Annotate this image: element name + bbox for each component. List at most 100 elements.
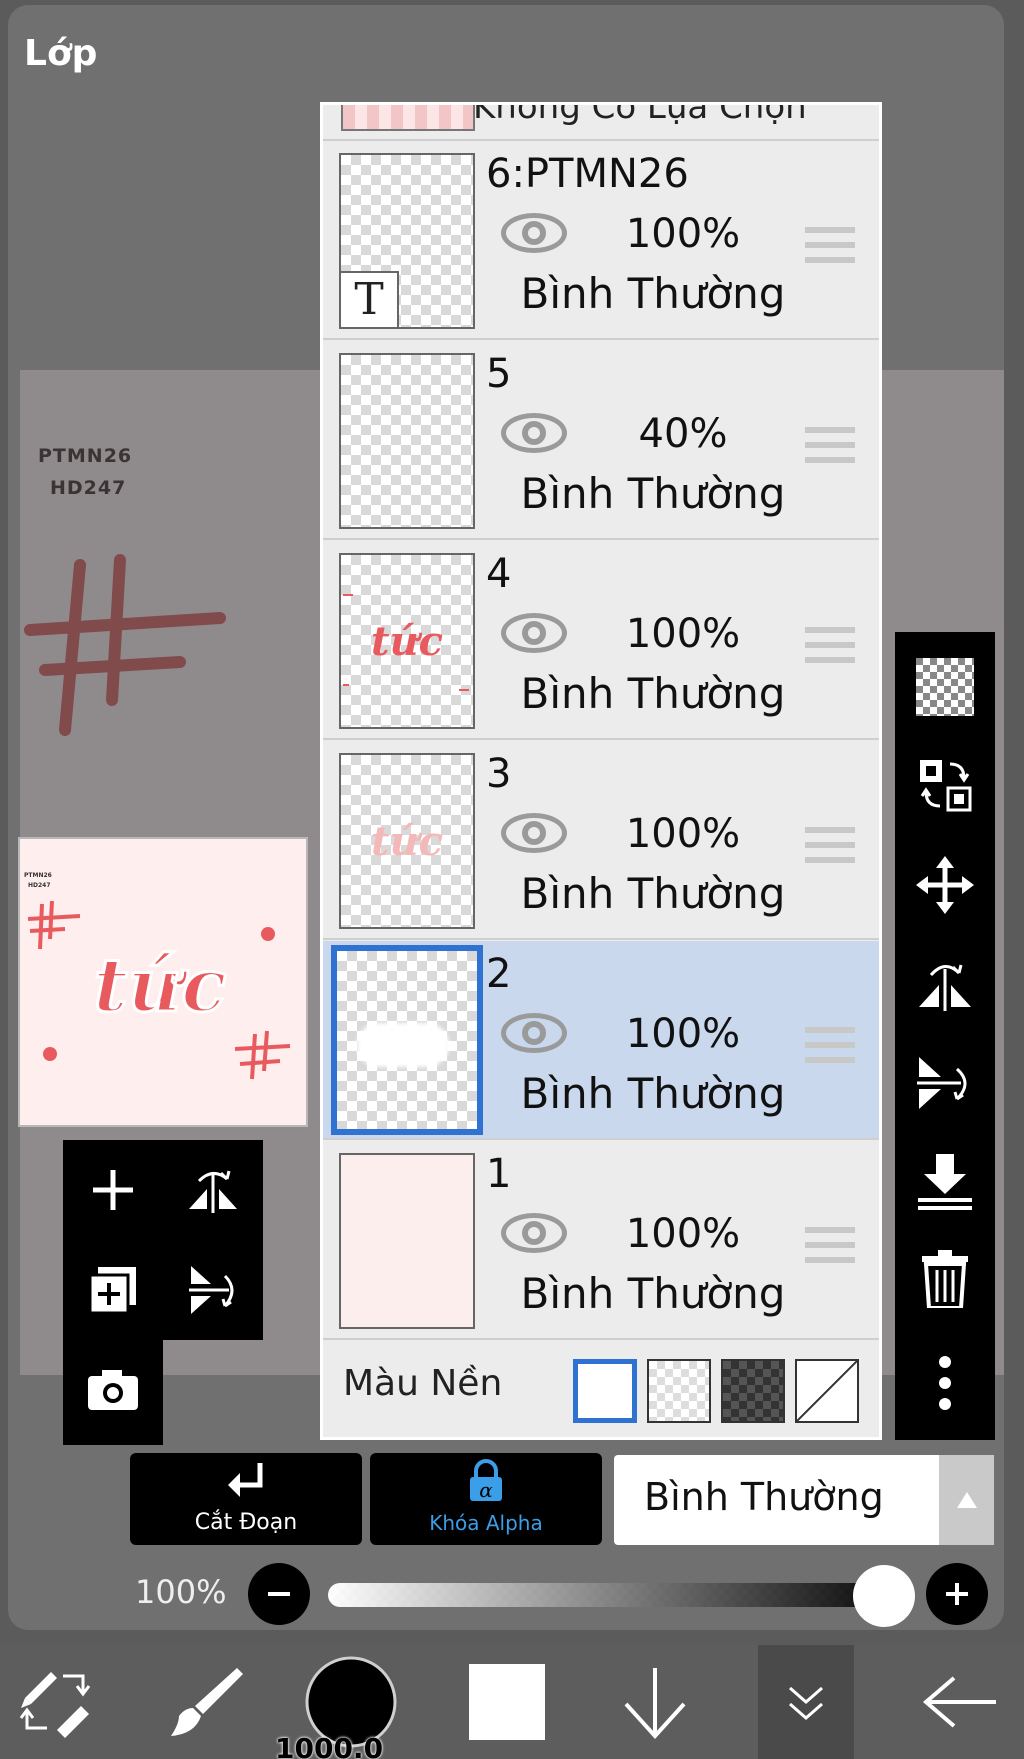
add-layer-button[interactable] bbox=[63, 1140, 163, 1240]
add-layer-copy-button[interactable] bbox=[63, 1240, 163, 1340]
selection-layer-row[interactable]: Không Có Lựa Chọn bbox=[323, 105, 879, 141]
layer-thumbnail: T bbox=[339, 153, 475, 329]
visibility-toggle[interactable] bbox=[498, 1209, 570, 1261]
alpha-lock-label: Khóa Alpha bbox=[429, 1511, 543, 1535]
background-white-swatch[interactable] bbox=[573, 1359, 637, 1423]
background-light-checker-swatch[interactable] bbox=[647, 1359, 711, 1423]
clip-label: Cắt Đoạn bbox=[194, 1510, 298, 1535]
svg-text:HD247: HD247 bbox=[28, 882, 51, 889]
opacity-slider[interactable] bbox=[328, 1583, 884, 1607]
layer-down-button[interactable] bbox=[600, 1645, 710, 1759]
visibility-toggle[interactable] bbox=[498, 1009, 570, 1061]
double-chevron-down-icon bbox=[789, 1686, 823, 1720]
layer-row[interactable]: tức 4 100% Bình Thường bbox=[323, 541, 879, 740]
background-none-swatch[interactable] bbox=[795, 1359, 859, 1423]
thumbnail-word: tức bbox=[93, 943, 226, 1029]
layer-blend-mode: Bình Thường bbox=[520, 669, 786, 718]
flip-vertical-layer-button[interactable] bbox=[895, 1038, 995, 1128]
move-button[interactable] bbox=[895, 840, 995, 930]
thumbnail-artwork: PTMN26 HD247 tức bbox=[24, 872, 291, 1080]
more-options-button[interactable] bbox=[895, 1338, 995, 1428]
layer-thumbnail: tức bbox=[339, 753, 475, 929]
color-button[interactable] bbox=[452, 1645, 562, 1759]
dialog-title: Lớp bbox=[24, 33, 98, 74]
layer-opacity[interactable]: 100% bbox=[593, 611, 773, 657]
layer-opacity[interactable]: 40% bbox=[593, 411, 773, 457]
layer-name: 6:PTMN26 bbox=[486, 151, 689, 197]
app-root: Lớp PTMN26 HD247 PTMN26 HD247 tức Không … bbox=[0, 0, 1024, 1759]
layer-row[interactable]: tức 3 100% Bình Thường bbox=[323, 741, 879, 940]
blend-mode-select[interactable]: Bình Thường bbox=[614, 1455, 994, 1545]
layer-opacity[interactable]: 100% bbox=[593, 1211, 773, 1257]
layer-opacity[interactable]: 100% bbox=[593, 211, 773, 257]
pen-eraser-toggle-button[interactable] bbox=[0, 1645, 110, 1759]
pen-eraser-swap-icon bbox=[19, 1672, 91, 1738]
eye-icon bbox=[501, 413, 567, 453]
layer-row-selected[interactable]: 2 100% Bình Thường bbox=[323, 941, 879, 1140]
arrow-left-icon bbox=[922, 1676, 996, 1728]
drag-handle[interactable] bbox=[805, 1027, 855, 1072]
svg-text:α: α bbox=[479, 1478, 493, 1502]
flip-vertical-icon bbox=[917, 1057, 967, 1109]
drag-handle[interactable] bbox=[805, 627, 855, 672]
layer-name: 5 bbox=[486, 351, 512, 397]
layer-name: 4 bbox=[486, 551, 512, 597]
clip-arrow-icon bbox=[228, 1463, 263, 1497]
visibility-toggle[interactable] bbox=[498, 609, 570, 661]
layer-2-artwork bbox=[357, 1023, 449, 1067]
drag-handle[interactable] bbox=[805, 227, 855, 272]
layer-name: 3 bbox=[486, 751, 512, 797]
flip-horizontal-button[interactable] bbox=[163, 1140, 263, 1240]
visibility-toggle[interactable] bbox=[498, 409, 570, 461]
layer-4-artwork: tức bbox=[343, 594, 469, 691]
triangle-up-icon bbox=[956, 1492, 977, 1508]
flip-horizontal-icon bbox=[919, 964, 971, 1011]
opacity-slider-knob[interactable] bbox=[853, 1565, 915, 1627]
background-color-label: Màu Nền bbox=[343, 1363, 503, 1404]
swap-layer-button[interactable] bbox=[895, 740, 995, 830]
drag-handle[interactable] bbox=[805, 427, 855, 472]
canvas-text-line1: PTMN26 bbox=[38, 445, 133, 467]
layer-row[interactable]: T 6:PTMN26 100% Bình Thường bbox=[323, 141, 879, 340]
eye-icon bbox=[501, 813, 567, 853]
background-dark-checker-swatch[interactable] bbox=[721, 1359, 785, 1423]
plus-icon bbox=[93, 1170, 133, 1210]
clip-button[interactable]: Cắt Đoạn bbox=[130, 1453, 362, 1545]
layer-opacity[interactable]: 100% bbox=[593, 1011, 773, 1057]
layer-list-panel[interactable]: Không Có Lựa Chọn T 6:PTMN26 100% Bình T… bbox=[320, 102, 882, 1440]
selection-layer-thumbnail bbox=[341, 105, 475, 131]
drag-handle[interactable] bbox=[805, 827, 855, 872]
transparency-button[interactable] bbox=[895, 642, 995, 732]
layer-blend-mode: Bình Thường bbox=[520, 1269, 786, 1318]
opacity-decrease-button[interactable] bbox=[248, 1563, 310, 1625]
camera-button[interactable] bbox=[63, 1340, 163, 1440]
right-toolbar bbox=[895, 632, 995, 1440]
drag-handle[interactable] bbox=[805, 1227, 855, 1272]
layer-row[interactable]: 5 40% Bình Thường bbox=[323, 341, 879, 540]
text-layer-icon: T bbox=[341, 271, 399, 327]
layer-thumbnail bbox=[331, 945, 483, 1135]
delete-layer-button[interactable] bbox=[895, 1234, 995, 1324]
layers-panel-button[interactable] bbox=[758, 1645, 854, 1759]
eye-icon bbox=[501, 1213, 567, 1253]
background-color-row: Màu Nền bbox=[323, 1333, 879, 1437]
canvas-text-line2: HD247 bbox=[50, 477, 127, 499]
layer-thumbnail: tức bbox=[339, 553, 475, 729]
blend-mode-dropdown[interactable] bbox=[939, 1455, 994, 1545]
back-button[interactable] bbox=[905, 1645, 1015, 1759]
layer-opacity[interactable]: 100% bbox=[593, 811, 773, 857]
brush-size-label: 1000.0 bbox=[275, 1732, 384, 1759]
flip-horizontal-layer-button[interactable] bbox=[895, 938, 995, 1028]
canvas-thumbnail[interactable]: PTMN26 HD247 tức bbox=[18, 837, 308, 1127]
layer-3-artwork: tức bbox=[371, 818, 443, 865]
alpha-lock-button[interactable]: α Khóa Alpha bbox=[370, 1453, 602, 1545]
visibility-toggle[interactable] bbox=[498, 209, 570, 261]
layer-row[interactable]: 1 100% Bình Thường bbox=[323, 1141, 879, 1340]
flip-vertical-button[interactable] bbox=[163, 1240, 263, 1340]
opacity-increase-button[interactable] bbox=[926, 1563, 988, 1625]
visibility-toggle[interactable] bbox=[498, 809, 570, 861]
eye-icon bbox=[501, 613, 567, 653]
merge-down-button[interactable] bbox=[895, 1136, 995, 1226]
brush-button[interactable] bbox=[150, 1645, 260, 1759]
checkerboard-icon bbox=[916, 658, 974, 716]
